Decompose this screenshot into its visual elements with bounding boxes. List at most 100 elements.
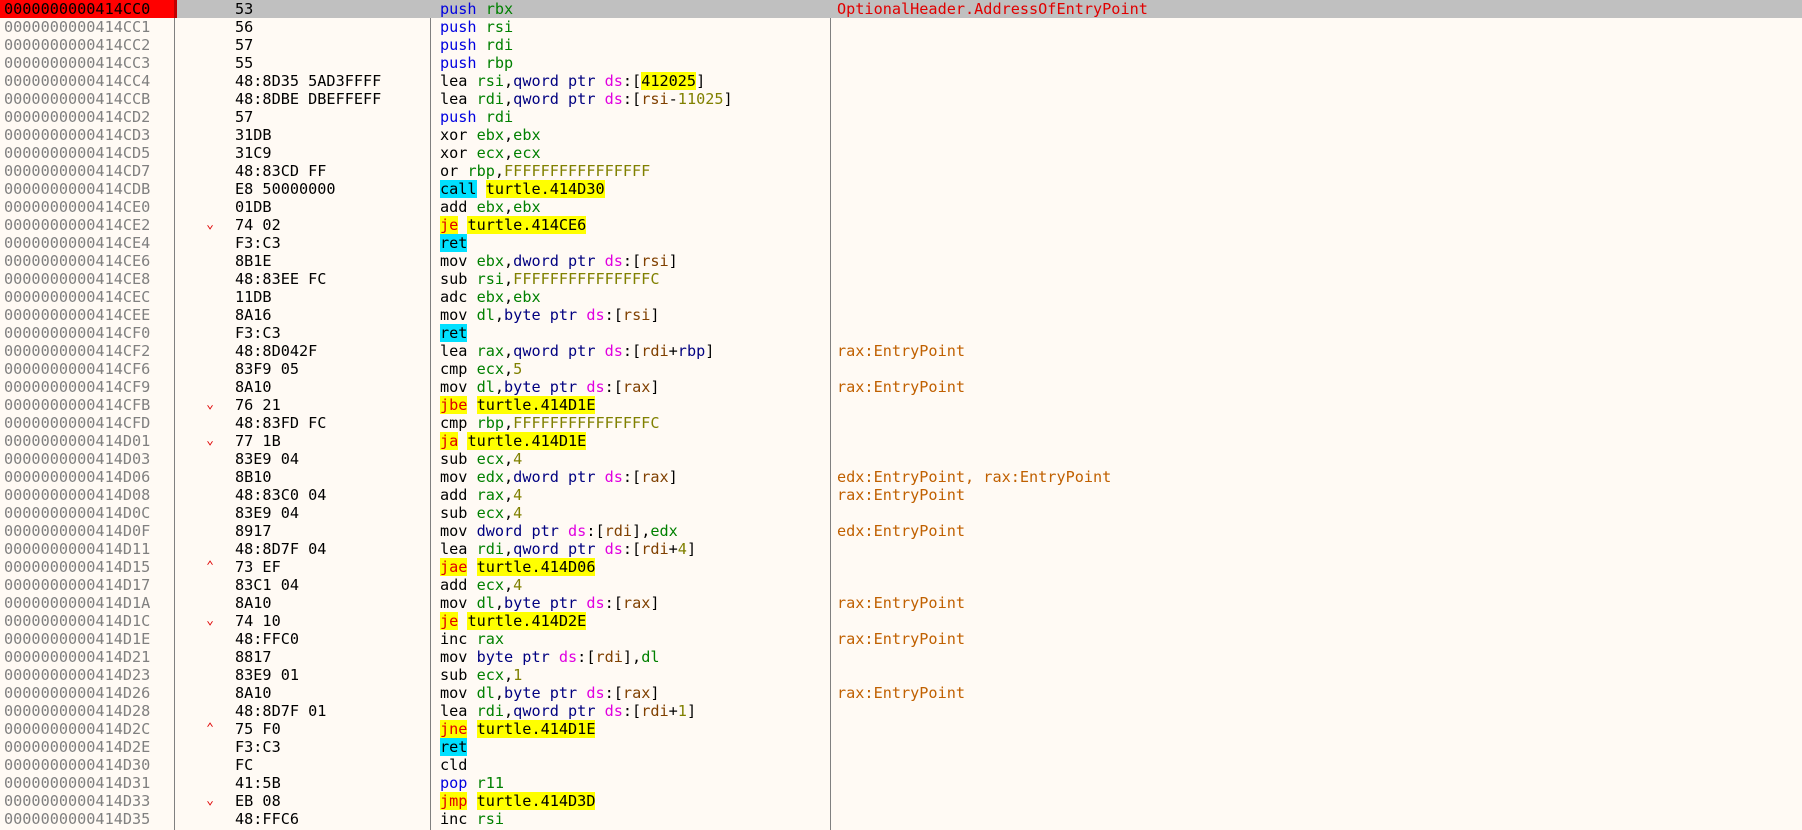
- asm-token: 1: [677, 702, 687, 720]
- bytes-cell: F3:C3: [235, 738, 281, 756]
- instruction-row[interactable]: 0000000000414CCB 48:8DBE DBEFFEFF lea rdi,…: [0, 90, 1802, 108]
- asm-token: ]: [696, 72, 706, 90]
- instruction-row[interactable]: 0000000000414D08 48:83C0 04 add rax,4 rax:E…: [0, 486, 1802, 504]
- instruction-row[interactable]: 0000000000414D03 83E9 04 sub ecx,4: [0, 450, 1802, 468]
- instruction-row[interactable]: 0000000000414D2C ⌃ 75 F0 jne turtle.414D1E: [0, 720, 1802, 738]
- instruction-row[interactable]: 0000000000414D01 ⌄ 77 1B ja turtle.414D1E: [0, 432, 1802, 450]
- instruction-row[interactable]: 0000000000414CDB E8 50000000 call turtle.4…: [0, 180, 1802, 198]
- address-cell: 0000000000414CD5: [4, 144, 151, 162]
- asm-token: ,: [504, 252, 514, 270]
- instruction-row[interactable]: 0000000000414D1C ⌄ 74 10 je turtle.414D2E: [0, 612, 1802, 630]
- instruction-row[interactable]: 0000000000414D35 48:FFC6 inc rsi: [0, 810, 1802, 828]
- instruction-row[interactable]: 0000000000414D2E F3:C3 ret: [0, 738, 1802, 756]
- comment-cell: [837, 90, 1797, 108]
- branch-target[interactable]: 412025: [641, 72, 697, 90]
- jump-arrow-cell: [203, 90, 217, 108]
- branch-target[interactable]: turtle.414D2E: [467, 612, 587, 630]
- comment-cell: rax:EntryPoint: [837, 378, 966, 396]
- disassembly-view[interactable]: 0000000000414CC0 53 push rbx OptionalHeader…: [0, 0, 1802, 830]
- address-cell: 0000000000414CC4: [4, 72, 151, 90]
- instruction-row[interactable]: 0000000000414CEE 8A16 mov dl,byte ptr ds:[…: [0, 306, 1802, 324]
- asm-token: rdi: [476, 90, 505, 108]
- instruction-row[interactable]: 0000000000414CC2 57 push rdi: [0, 36, 1802, 54]
- instruction-row[interactable]: 0000000000414CF6 83F9 05 cmp ecx,5: [0, 360, 1802, 378]
- disassembly-cell: ret: [440, 234, 830, 252]
- address-cell: 0000000000414CE8: [4, 270, 151, 288]
- instruction-row[interactable]: 0000000000414D33 ⌄ EB 08 jmp turtle.414D3D: [0, 792, 1802, 810]
- address-cell: 0000000000414CC2: [4, 36, 151, 54]
- instruction-row[interactable]: 0000000000414CD7 48:83CD FF or rbp,FFFFFFF…: [0, 162, 1802, 180]
- asm-token: ja: [440, 432, 459, 450]
- instruction-row[interactable]: 0000000000414D30 FC cld: [0, 756, 1802, 774]
- disassembly-cell: jmp turtle.414D3D: [440, 792, 830, 810]
- asm-token: [477, 108, 486, 126]
- asm-token: [467, 558, 476, 576]
- jump-arrow-cell: [203, 0, 217, 18]
- bytes-cell: 74 10: [235, 612, 281, 630]
- asm-token: rax: [622, 378, 651, 396]
- asm-token: ebx: [513, 198, 541, 216]
- instruction-row[interactable]: 0000000000414CD5 31C9 xor ecx,ecx: [0, 144, 1802, 162]
- jump-arrow-cell: [203, 414, 217, 432]
- disassembly-cell: mov edx,dword ptr ds:[rax]: [440, 468, 830, 486]
- instruction-row[interactable]: 0000000000414CE2 ⌄ 74 02 je turtle.414CE6: [0, 216, 1802, 234]
- asm-token: byte ptr: [504, 684, 587, 702]
- branch-target[interactable]: turtle.414D1E: [467, 432, 587, 450]
- branch-target[interactable]: turtle.414D30: [485, 180, 605, 198]
- selected-instruction-row[interactable]: 0000000000414CC0 53 push rbx OptionalHeader…: [0, 0, 1802, 18]
- instruction-row[interactable]: 0000000000414CF0 F3:C3 ret: [0, 324, 1802, 342]
- branch-target[interactable]: turtle.414D3D: [476, 792, 596, 810]
- instruction-row[interactable]: 0000000000414CE0 01DB add ebx,ebx: [0, 198, 1802, 216]
- instruction-row[interactable]: 0000000000414D11 48:8D7F 04 lea rdi,qword …: [0, 540, 1802, 558]
- instruction-row[interactable]: 0000000000414D28 48:8D7F 01 lea rdi,qword …: [0, 702, 1802, 720]
- bytes-cell: 11DB: [235, 288, 272, 306]
- asm-token: ]: [650, 594, 660, 612]
- branch-target[interactable]: turtle.414D1E: [476, 720, 596, 738]
- instruction-row[interactable]: 0000000000414CF9 8A10 mov dl,byte ptr ds:[…: [0, 378, 1802, 396]
- instruction-row[interactable]: 0000000000414D31 41:5B pop r11: [0, 774, 1802, 792]
- instruction-row[interactable]: 0000000000414CC3 55 push rbp: [0, 54, 1802, 72]
- instruction-row[interactable]: 0000000000414CEC 11DB adc ebx,ebx: [0, 288, 1802, 306]
- instruction-row[interactable]: 0000000000414CFD 48:83FD FC cmp rbp,FFFFFF…: [0, 414, 1802, 432]
- instruction-row[interactable]: 0000000000414D1E 48:FFC0 inc rax rax:EntryP…: [0, 630, 1802, 648]
- instruction-row[interactable]: 0000000000414D0F 8917 mov dword ptr ds:[rd…: [0, 522, 1802, 540]
- bytes-cell: 53: [235, 0, 254, 18]
- instruction-row[interactable]: 0000000000414CE8 48:83EE FC sub rsi,FFFFFF…: [0, 270, 1802, 288]
- asm-token: qword ptr: [513, 540, 605, 558]
- instruction-row[interactable]: 0000000000414CF2 48:8D042F lea rax,qword p…: [0, 342, 1802, 360]
- instruction-row[interactable]: 0000000000414CD3 31DB xor ebx,ebx: [0, 126, 1802, 144]
- asm-token: ],: [622, 648, 642, 666]
- instruction-row[interactable]: 0000000000414D21 8817 mov byte ptr ds:[rdi…: [0, 648, 1802, 666]
- asm-token: byte ptr: [504, 594, 587, 612]
- branch-target[interactable]: turtle.414D1E: [476, 396, 596, 414]
- instruction-row[interactable]: 0000000000414D06 8B10 mov edx,dword ptr ds…: [0, 468, 1802, 486]
- instruction-row[interactable]: 0000000000414D1A 8A10 mov dl,byte ptr ds:[…: [0, 594, 1802, 612]
- instruction-row[interactable]: 0000000000414CD2 57 push rdi: [0, 108, 1802, 126]
- bytes-cell: 77 1B: [235, 432, 281, 450]
- asm-token: ,: [504, 144, 514, 162]
- instruction-row[interactable]: 0000000000414D15 ⌃ 73 EF jae turtle.414D06: [0, 558, 1802, 576]
- asm-token: ,: [504, 198, 514, 216]
- asm-token: ds: [586, 684, 605, 702]
- instruction-row[interactable]: 0000000000414D0C 83E9 04 sub ecx,4: [0, 504, 1802, 522]
- instruction-row[interactable]: 0000000000414CC4 48:8D35 5AD3FFFF lea rsi,…: [0, 72, 1802, 90]
- instruction-row[interactable]: 0000000000414CC1 56 push rsi: [0, 18, 1802, 36]
- address-cell: 0000000000414CDB: [4, 180, 151, 198]
- comment-cell: [837, 252, 1797, 270]
- asm-token: ebx: [476, 252, 505, 270]
- instruction-row[interactable]: 0000000000414CFB ⌄ 76 21 jbe turtle.414D1E: [0, 396, 1802, 414]
- branch-target[interactable]: turtle.414CE6: [467, 216, 587, 234]
- instruction-row[interactable]: 0000000000414CE4 F3:C3 ret: [0, 234, 1802, 252]
- bytes-cell: 73 EF: [235, 558, 281, 576]
- asm-token: add: [440, 576, 477, 594]
- jump-arrow-cell: [203, 126, 217, 144]
- bytes-cell: E8 50000000: [235, 180, 336, 198]
- instruction-row[interactable]: 0000000000414D17 83C1 04 add ecx,4: [0, 576, 1802, 594]
- address-cell: 0000000000414D2E: [4, 738, 151, 756]
- instruction-row[interactable]: 0000000000414D23 83E9 01 sub ecx,1: [0, 666, 1802, 684]
- instruction-row[interactable]: 0000000000414D26 8A10 mov dl,byte ptr ds:[…: [0, 684, 1802, 702]
- instruction-row[interactable]: 0000000000414CE6 8B1E mov ebx,dword ptr ds…: [0, 252, 1802, 270]
- jump-arrow-cell: [203, 576, 217, 594]
- asm-token: :[: [577, 648, 596, 666]
- branch-target[interactable]: turtle.414D06: [476, 558, 596, 576]
